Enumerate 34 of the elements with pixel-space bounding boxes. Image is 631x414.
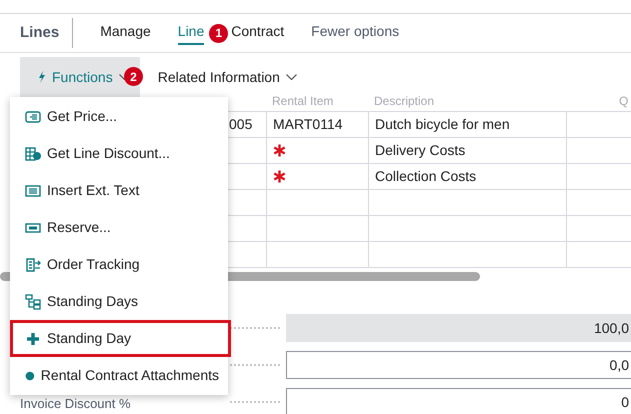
menu-item[interactable]: Insert Ext. Text — [10, 172, 228, 209]
tree-icon — [25, 294, 41, 310]
grid-circle-icon — [25, 146, 41, 162]
menu-item[interactable]: Standing Days — [10, 283, 228, 320]
tab[interactable]: Line — [178, 21, 204, 45]
column-header: Description — [374, 93, 434, 110]
table-cell: Dutch bicycle for men — [368, 112, 566, 138]
price-tag-icon — [25, 108, 41, 124]
number-field[interactable]: 0,0 — [286, 350, 631, 378]
column-header: Q — [619, 93, 628, 110]
menu-item[interactable]: Order Tracking — [10, 246, 228, 283]
tab[interactable]: Contract — [231, 21, 284, 45]
table-cell: MART0114 — [266, 112, 368, 138]
table-cell: Collection Costs — [368, 164, 566, 190]
plus-icon — [25, 330, 41, 346]
table-cell — [566, 112, 631, 138]
list-icon — [25, 182, 41, 198]
number-field[interactable]: 0 — [286, 388, 631, 414]
menu-item[interactable]: Rental Contract Attachments — [10, 357, 228, 394]
tracking-icon — [25, 256, 41, 272]
menu-button[interactable]: Functions 2 — [20, 57, 140, 97]
step-badge: 1 — [209, 24, 228, 42]
page-title: Lines — [20, 18, 74, 48]
chevron-icon — [286, 74, 297, 80]
tab[interactable]: Manage — [100, 21, 151, 45]
fewer-options-button[interactable]: Fewer options — [311, 21, 400, 45]
menu-item[interactable]: Reserve... — [10, 209, 228, 246]
step-badge: 2 — [124, 67, 143, 86]
number-field: 100,0 — [286, 314, 631, 342]
lightning-icon — [38, 71, 46, 83]
table-cell: Delivery Costs — [368, 138, 566, 164]
field-label: Invoice Discount % — [20, 396, 131, 412]
menu-item[interactable]: Standing Day — [10, 320, 231, 357]
menu-item[interactable]: Get Line Discount... — [10, 135, 228, 172]
